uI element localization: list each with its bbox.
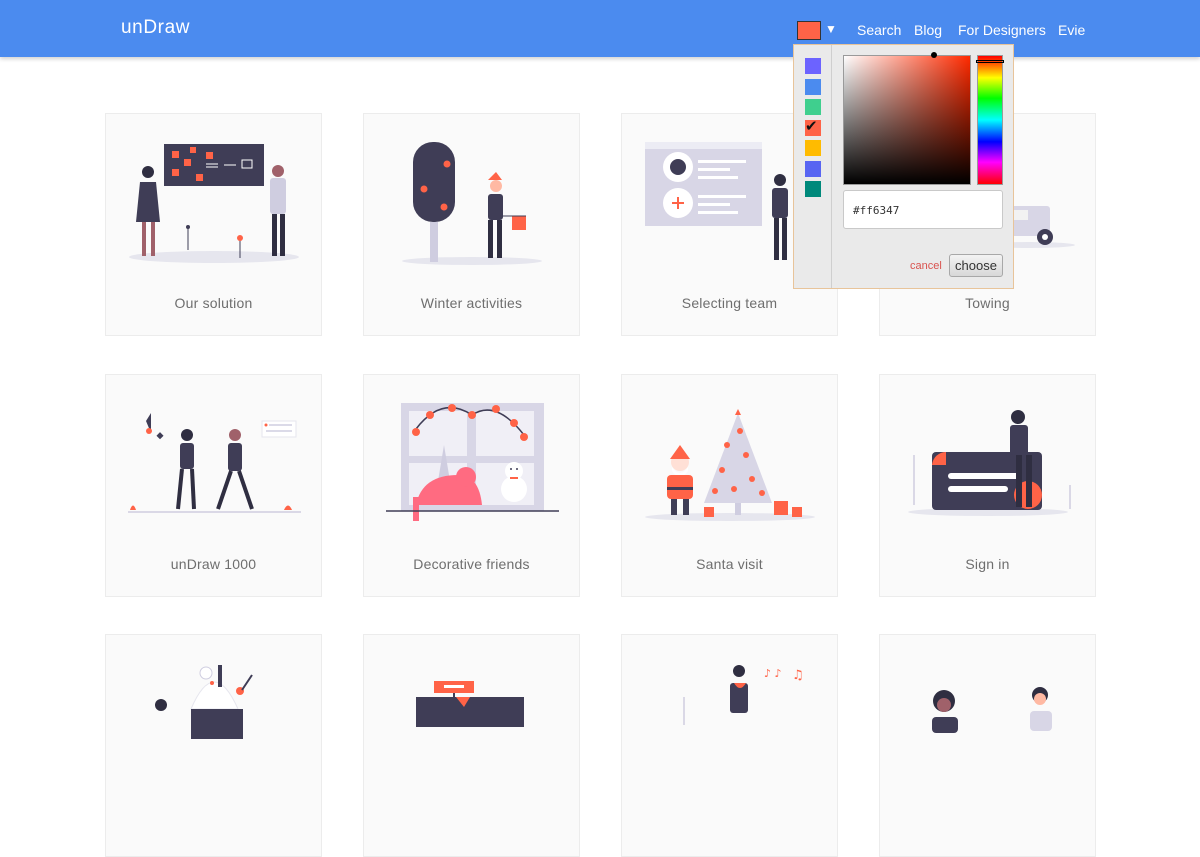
illustration-image	[645, 409, 815, 521]
saturation-value-area[interactable]	[843, 55, 971, 185]
illustration-image	[416, 681, 524, 727]
palette-swatch[interactable]	[805, 99, 821, 115]
illustration-grid: Our solution Winter activities Selecting…	[0, 0, 1200, 857]
checkmark-icon: ✔	[805, 118, 818, 135]
illustration-card[interactable]: Our solution	[105, 113, 322, 336]
svg-text:♫: ♫	[792, 668, 804, 683]
palette-swatch-selected[interactable]: ✔	[805, 118, 821, 136]
card-title: Santa visit	[696, 556, 763, 572]
card-title: Winter activities	[420, 295, 523, 311]
illustration-image: ♪ ♪ ♫	[683, 665, 804, 725]
illustration-card[interactable]: Winter activities	[363, 113, 580, 336]
color-palette: ✔	[794, 45, 832, 288]
palette-swatch[interactable]	[805, 161, 821, 177]
choose-button[interactable]: choose	[949, 254, 1003, 277]
site-logo[interactable]: unDraw	[121, 17, 190, 39]
chevron-down-icon[interactable]: ▼	[825, 22, 837, 36]
illustration-image	[129, 144, 299, 263]
hue-handle[interactable]	[976, 60, 1004, 63]
saturation-handle[interactable]	[931, 52, 937, 58]
nav-blog[interactable]: Blog	[914, 22, 942, 38]
cancel-link[interactable]: cancel	[910, 260, 942, 272]
palette-swatch[interactable]	[805, 140, 821, 156]
nav-for-designers[interactable]: For Designers	[958, 22, 1046, 38]
illustration-card[interactable]: ♪ ♪ ♫	[621, 634, 838, 857]
color-picker-popup: ✔ #ff6347 cancel choose	[793, 44, 1014, 289]
illustration-card[interactable]	[363, 634, 580, 857]
illustration-card[interactable]	[879, 634, 1096, 857]
palette-swatch[interactable]	[805, 181, 821, 197]
svg-text:♪ ♪: ♪ ♪	[764, 667, 782, 680]
illustration-image	[386, 403, 559, 521]
card-title: unDraw 1000	[170, 556, 257, 572]
illustration-image	[908, 410, 1071, 516]
color-swatch-button[interactable]	[797, 21, 821, 40]
illustration-card[interactable]: unDraw 1000	[105, 374, 322, 597]
illustration-image	[932, 687, 1052, 733]
illustration-image	[128, 413, 301, 513]
palette-swatch[interactable]	[805, 58, 821, 74]
hex-input[interactable]: #ff6347	[843, 190, 1003, 229]
card-title: Towing	[965, 295, 1010, 311]
card-title: Decorative friends	[413, 556, 530, 572]
card-title: Sign in	[965, 556, 1010, 572]
hue-slider[interactable]	[977, 55, 1003, 185]
nav-search[interactable]: Search	[857, 22, 901, 38]
card-title: Selecting team	[681, 295, 778, 311]
illustration-card[interactable]: Sign in	[879, 374, 1096, 597]
illustration-card[interactable]: Santa visit	[621, 374, 838, 597]
card-title: Our solution	[174, 295, 253, 311]
nav-user-evie[interactable]: Evie	[1058, 22, 1085, 38]
top-navbar: unDraw ▼ Search Blog For Designers Evie	[0, 0, 1200, 57]
illustration-image	[155, 665, 253, 739]
illustration-card[interactable]: Decorative friends	[363, 374, 580, 597]
illustration-card[interactable]	[105, 634, 322, 857]
palette-swatch[interactable]	[805, 79, 821, 95]
illustration-image	[402, 142, 542, 265]
